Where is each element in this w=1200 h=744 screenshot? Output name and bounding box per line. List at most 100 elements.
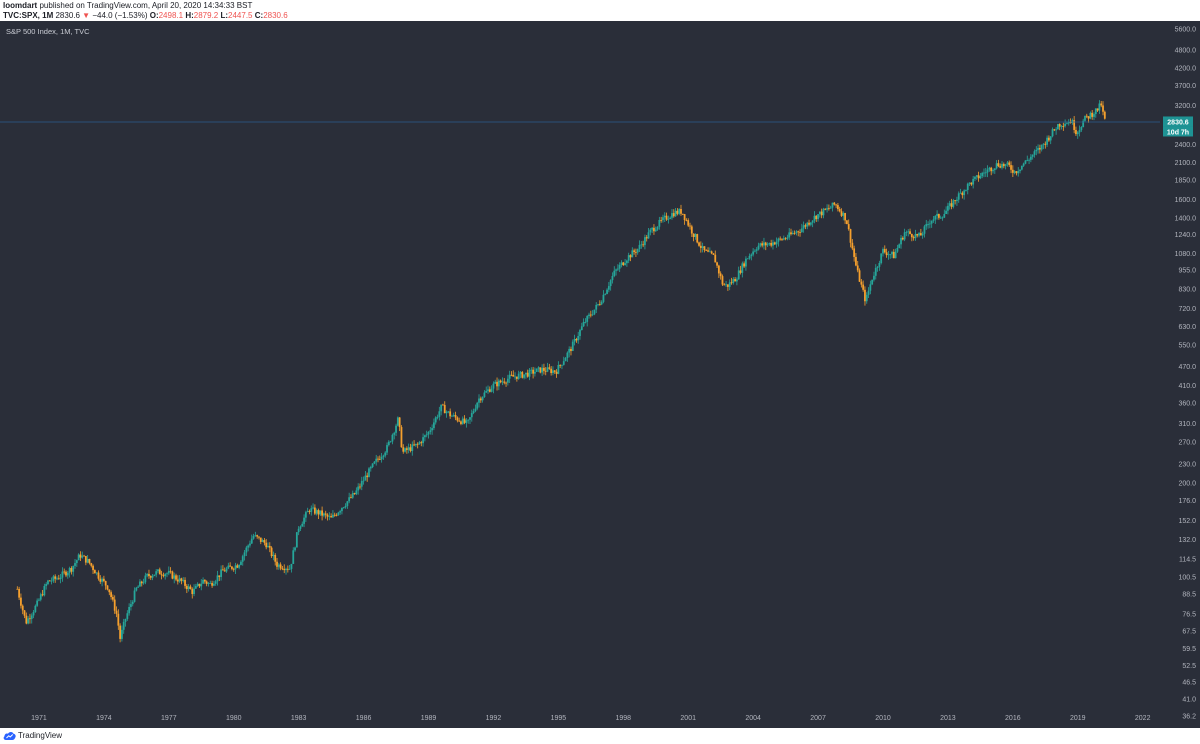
candle-body — [562, 361, 565, 365]
y-tick-label: 1080.0 — [1175, 251, 1197, 258]
candle-body — [963, 190, 966, 196]
candle-body — [943, 213, 946, 218]
candle-body — [119, 625, 122, 639]
candle-body — [557, 364, 560, 374]
candle-body — [800, 228, 803, 233]
candle-body — [209, 583, 212, 584]
candle-body — [892, 251, 895, 259]
candle-body — [1024, 160, 1027, 164]
candle-body — [485, 390, 488, 393]
candle-body — [649, 229, 652, 233]
candle-body — [981, 172, 984, 177]
tradingview-cloud-icon — [3, 731, 16, 740]
candle-body — [131, 601, 134, 605]
candle-body — [878, 263, 881, 267]
close-value: 2830.6 — [263, 11, 288, 20]
candle-body — [791, 232, 794, 235]
y-tick-label: 2100.0 — [1175, 160, 1197, 167]
candle-body — [465, 420, 468, 423]
candle-body — [344, 505, 347, 508]
candle-body — [910, 233, 913, 238]
candle-body — [737, 270, 740, 280]
x-tick-label: 2001 — [680, 715, 696, 722]
candle-body — [654, 229, 657, 232]
candle-body — [488, 389, 491, 392]
candle-body — [364, 475, 367, 481]
candle-body — [467, 419, 470, 421]
candle-body — [411, 444, 414, 451]
candle-body — [212, 583, 215, 586]
candle-body — [604, 293, 607, 295]
candle-body — [937, 214, 940, 218]
candle-body — [355, 490, 358, 495]
candle-body — [571, 341, 574, 352]
y-tick-label: 3700.0 — [1175, 83, 1197, 90]
candle-body — [543, 367, 545, 371]
candle-body — [1031, 154, 1034, 157]
publish-info: loomdart published on TradingView.com, A… — [3, 1, 252, 10]
candle-body — [609, 280, 612, 287]
candle-body — [577, 336, 580, 341]
candle-body — [514, 376, 516, 378]
candle-body — [544, 370, 547, 372]
candle-body — [829, 207, 832, 209]
candle-body — [214, 581, 217, 584]
chart-area[interactable]: 2830.6 10d 7h 5600.0 4800.0 4200.0 3700.0 320… — [0, 21, 1200, 728]
candle-body — [400, 427, 403, 448]
y-tick-label: 1400.0 — [1175, 215, 1197, 222]
candle-body — [573, 339, 576, 342]
candle-body — [988, 167, 991, 170]
candle-body — [32, 612, 35, 616]
candle-body — [959, 192, 962, 194]
y-tick-label: 630.0 — [1178, 324, 1196, 331]
candle-body — [627, 255, 630, 261]
candle-body — [618, 264, 621, 269]
candle-body — [680, 209, 682, 214]
candle-body — [436, 416, 439, 418]
tradingview-brand[interactable]: TradingView — [18, 731, 62, 740]
x-tick-label: 1995 — [551, 715, 567, 722]
candle-body — [752, 251, 755, 255]
y-tick-label: 4800.0 — [1175, 48, 1197, 55]
candle-body — [335, 514, 338, 516]
candle-body — [972, 178, 975, 185]
candle-body — [20, 597, 22, 606]
candle-body — [694, 234, 697, 237]
candle-body — [761, 243, 764, 246]
candle-body — [353, 493, 356, 495]
candle-body — [739, 270, 742, 273]
candle-body — [252, 535, 255, 539]
candle-body — [782, 238, 785, 240]
candle-body — [304, 512, 307, 518]
candle-body — [701, 246, 704, 248]
candle-body — [678, 209, 681, 214]
candle-body — [1062, 126, 1065, 127]
candle-body — [615, 269, 617, 271]
candle-body — [407, 447, 410, 450]
candle-body — [827, 208, 830, 210]
candle-body — [241, 556, 244, 562]
candle-body — [41, 594, 44, 596]
candle-body — [110, 592, 112, 598]
candle-body — [510, 374, 513, 376]
y-tick-label: 550.0 — [1178, 343, 1196, 350]
price-chart[interactable]: 2830.6 10d 7h 5600.0 4800.0 4200.0 3700.0 320… — [0, 21, 1200, 728]
candle-body — [133, 590, 136, 602]
candle-body — [575, 339, 578, 341]
candle-body — [656, 226, 659, 230]
candle-body — [728, 282, 731, 287]
candle-body — [90, 563, 93, 566]
candle-body — [308, 511, 311, 512]
candle-body — [384, 452, 387, 456]
publisher-name[interactable]: loomdart — [3, 1, 37, 10]
candle-body — [1028, 159, 1030, 161]
candle-body — [25, 615, 28, 624]
low-label: L: — [220, 11, 229, 20]
candle-body — [137, 586, 140, 588]
candle-body — [180, 578, 183, 581]
candle-body — [1084, 115, 1086, 121]
candle-body — [871, 279, 874, 285]
candle-body — [1037, 148, 1039, 150]
candle-body — [153, 574, 156, 576]
candle-body — [956, 199, 958, 202]
